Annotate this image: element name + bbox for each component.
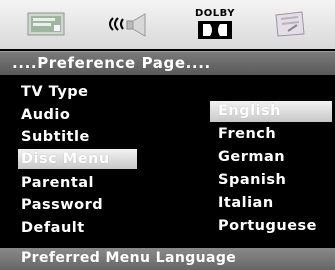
general-setup-icon[interactable] (18, 4, 74, 44)
menu-item-disc-menu[interactable]: Disc Menu (18, 149, 137, 169)
page-title: ....Preference Page.... (12, 54, 211, 72)
menu-item-subtitle[interactable]: Subtitle (21, 127, 90, 147)
page-title-bar: ....Preference Page.... (0, 51, 335, 75)
option-german[interactable]: German (218, 147, 285, 168)
dolby-digital-icon[interactable]: DOLBY (187, 4, 243, 44)
audio-setup-icon[interactable] (96, 4, 166, 44)
menu-item-parental[interactable]: Parental (21, 173, 94, 193)
menu-item-password[interactable]: Password (21, 195, 103, 215)
option-portuguese[interactable]: Portuguese (218, 216, 317, 237)
option-french[interactable]: French (218, 124, 276, 145)
option-italian[interactable]: Italian (218, 193, 274, 214)
status-text: Preferred Menu Language (21, 250, 237, 266)
preference-icon[interactable] (265, 4, 315, 44)
dvd-setup-screen: DOLBY ....Preference Page.... TV Type Au… (0, 0, 335, 270)
setup-icon-bar: DOLBY (0, 0, 335, 49)
status-bar: Preferred Menu Language (0, 248, 335, 270)
option-english[interactable]: English (210, 101, 332, 122)
menu-item-tv-type[interactable]: TV Type (21, 82, 89, 102)
menu-item-default[interactable]: Default (21, 218, 85, 238)
dolby-label: DOLBY (195, 8, 235, 19)
option-spanish[interactable]: Spanish (218, 170, 286, 191)
menu-item-audio[interactable]: Audio (21, 105, 70, 125)
